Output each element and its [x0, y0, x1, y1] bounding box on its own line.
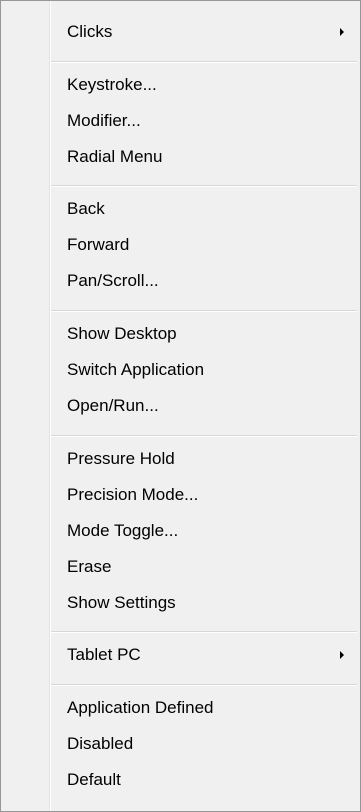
menu-item-label: Show Desktop: [67, 324, 177, 343]
menu-item-label: Modifier...: [67, 111, 141, 130]
menu-item-application-defined[interactable]: Application Defined: [3, 690, 358, 726]
menu-item-keystroke[interactable]: Keystroke...: [3, 67, 358, 103]
menu-item-back[interactable]: Back: [3, 191, 358, 227]
menu-item-label: Clicks: [67, 22, 113, 41]
menu-item-label: Pressure Hold: [67, 449, 175, 468]
menu-item-disabled[interactable]: Disabled: [3, 726, 358, 762]
chevron-right-icon: [340, 28, 344, 36]
menu-item-label: Back: [67, 199, 105, 218]
menu-item-label: Radial Menu: [67, 147, 163, 166]
menu-item-switch-application[interactable]: Switch Application: [3, 352, 358, 388]
menu-item-pan-scroll[interactable]: Pan/Scroll...: [3, 263, 358, 299]
menu-item-erase[interactable]: Erase: [3, 549, 358, 585]
menu-separator: [51, 185, 357, 187]
menu-item-open-run[interactable]: Open/Run...: [3, 388, 358, 424]
menu-item-label: Keystroke...: [67, 75, 157, 94]
menu-item-radial-menu[interactable]: Radial Menu: [3, 139, 358, 175]
menu-item-clicks[interactable]: Clicks: [3, 14, 358, 50]
menu-item-default[interactable]: Default: [3, 762, 358, 798]
menu-item-label: Tablet PC: [67, 645, 141, 664]
context-menu: Clicks Keystroke... Modifier... Radial M…: [0, 0, 361, 812]
chevron-right-icon: [340, 651, 344, 659]
menu-separator: [51, 631, 357, 633]
menu-item-label: Erase: [67, 557, 112, 576]
menu-item-mode-toggle[interactable]: Mode Toggle...: [3, 513, 358, 549]
menu-item-label: Show Settings: [67, 593, 176, 612]
menu-separator: [51, 310, 357, 312]
menu-separator: [51, 684, 357, 686]
menu-item-label: Application Defined: [67, 698, 214, 717]
menu-item-label: Disabled: [67, 734, 134, 753]
menu-item-precision-mode[interactable]: Precision Mode...: [3, 477, 358, 513]
menu-item-label: Precision Mode...: [67, 485, 199, 504]
menu-separator: [51, 61, 357, 63]
menu-item-forward[interactable]: Forward: [3, 227, 358, 263]
menu-item-pressure-hold[interactable]: Pressure Hold: [3, 441, 358, 477]
menu-item-label: Mode Toggle...: [67, 521, 179, 540]
menu-item-label: Default: [67, 770, 121, 789]
menu-item-show-desktop[interactable]: Show Desktop: [3, 316, 358, 352]
menu-item-tablet-pc[interactable]: Tablet PC: [3, 637, 358, 673]
menu-item-label: Pan/Scroll...: [67, 271, 159, 290]
menu-item-label: Forward: [67, 235, 130, 254]
menu-item-show-settings[interactable]: Show Settings: [3, 585, 358, 621]
menu-item-label: Switch Application: [67, 360, 205, 379]
menu-item-label: Open/Run...: [67, 396, 159, 415]
menu-separator: [51, 435, 357, 437]
menu-item-modifier[interactable]: Modifier...: [3, 103, 358, 139]
